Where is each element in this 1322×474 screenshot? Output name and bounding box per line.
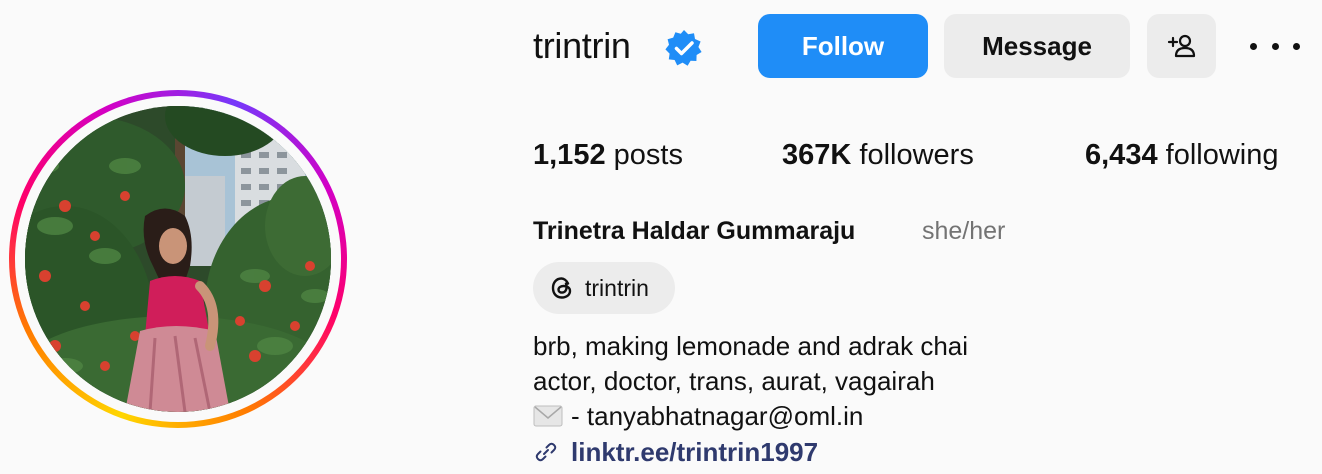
bio-line: brb, making lemonade and adrak chai (533, 331, 969, 361)
profile-full-name: Trinetra Haldar Gummaraju (533, 217, 856, 245)
bio-email-text: - tanyabhatnagar@oml.in (571, 401, 864, 431)
threads-icon (551, 277, 572, 299)
followers-count[interactable]: 367K followers (782, 136, 974, 174)
profile-avatar-ring[interactable] (9, 90, 347, 428)
more-options-dot (1293, 42, 1300, 50)
following-count-label: following (1165, 139, 1279, 171)
bio-line: actor, doctor, trans, aurat, vagairah (533, 366, 935, 396)
link-icon (535, 442, 557, 462)
profile-username: trintrin (533, 25, 631, 66)
profile-pronouns: she/her (922, 217, 1006, 245)
threads-handle: trintrin (585, 274, 649, 301)
followers-count-value: 367K (782, 139, 852, 171)
following-count-value: 6,434 (1085, 139, 1158, 171)
envelope-icon (533, 405, 563, 427)
message-button[interactable]: Message (944, 14, 1130, 78)
following-count[interactable]: 6,434 following (1085, 136, 1278, 174)
avatar-gap (15, 96, 341, 422)
bio-link-text: linktr.ee/trintrin1997 (571, 437, 819, 467)
more-options-button[interactable] (1250, 30, 1300, 62)
bio-external-link[interactable]: linktr.ee/trintrin1997 (533, 434, 818, 470)
suggest-similar-accounts-button[interactable] (1147, 14, 1216, 78)
follow-button[interactable]: Follow (758, 14, 928, 78)
verified-badge-icon (665, 30, 702, 66)
posts-count-value: 1,152 (533, 139, 606, 171)
posts-count-label: posts (613, 139, 683, 171)
avatar-photo-illustration (25, 106, 331, 412)
followers-count-label: followers (859, 139, 974, 171)
threads-profile-link[interactable]: trintrin (533, 262, 675, 314)
more-options-dot (1250, 42, 1257, 50)
posts-count: 1,152 posts (533, 136, 683, 174)
add-person-icon (1167, 34, 1195, 58)
more-options-dot (1271, 42, 1279, 50)
profile-avatar[interactable] (25, 106, 331, 412)
bio-email-line: - tanyabhatnagar@oml.in (533, 399, 863, 433)
